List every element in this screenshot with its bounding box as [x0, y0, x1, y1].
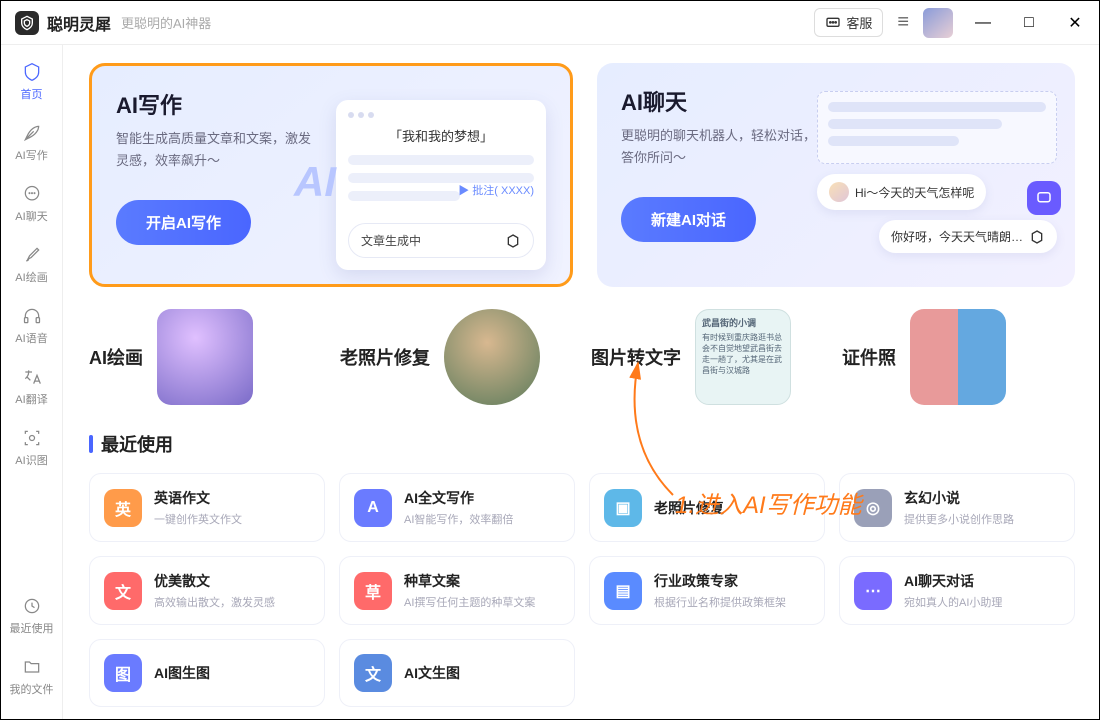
sidebar-item-write[interactable]: AI写作	[5, 114, 59, 171]
recent-card[interactable]: 图 AI图生图	[89, 639, 325, 707]
tool-ocr[interactable]: 图片转文字武昌街的小调有时候到重庆路逛书总会不自觉地望武昌街去走一趟了，尤其是在…	[591, 309, 824, 405]
chat-bubble-user: Hi～今天的天气怎样呢	[817, 174, 986, 210]
recent-card[interactable]: A AI全文写作 AI智能写作，效率翻倍	[339, 473, 575, 542]
ai-badge: AI	[294, 158, 336, 206]
menu-icon[interactable]: ≡	[897, 11, 909, 34]
hero-ai-chat[interactable]: AI聊天 更聪明的聊天机器人，轻松对话，答你所问～ 新建AI对话 Hi～今天的天…	[597, 63, 1075, 287]
card-title: 行业政策专家	[654, 571, 810, 591]
tagline: 更聪明的AI神器	[121, 13, 211, 32]
chat-icon	[825, 15, 841, 31]
avatar-icon	[829, 182, 849, 202]
logo-icon	[15, 11, 39, 35]
recent-card[interactable]: 草种草文案 AI撰写任何主题的种草文案	[339, 556, 575, 625]
card-icon: 草	[354, 572, 392, 610]
card-title: 优美散文	[154, 571, 310, 591]
minimize-button[interactable]: —	[967, 14, 999, 32]
card-icon: 文	[354, 654, 392, 692]
chat-icon	[21, 183, 43, 205]
card-title: 英语作文	[154, 488, 310, 508]
main-content: AI写作 智能生成高质量文章和文案，激发灵感，效率飙升～ 开启AI写作 AI 「…	[63, 45, 1099, 719]
write-preview-card: AI 「我和我的梦想」 ▶ 批注( XXXX) 文章生成中	[336, 100, 546, 270]
customer-service-button[interactable]: 客服	[814, 8, 883, 37]
translate-icon	[21, 366, 43, 388]
tool-id-photo[interactable]: 证件照	[842, 309, 1075, 405]
card-title: AI图生图	[154, 663, 310, 683]
card-icon: 英	[104, 489, 142, 527]
card-title: AI全文写作	[404, 488, 560, 508]
sidebar-item-files[interactable]: 我的文件	[5, 648, 59, 705]
chat-float-icon	[1027, 181, 1061, 215]
titlebar: 聪明灵犀 更聪明的AI神器 客服 ≡ — □ ✕	[1, 1, 1099, 45]
card-title: 种草文案	[404, 571, 560, 591]
close-button[interactable]: ✕	[1059, 13, 1091, 33]
card-subtitle: 根据行业名称提供政策框架	[654, 594, 810, 610]
card-subtitle: AI撰写任何主题的种草文案	[404, 594, 560, 610]
hero-ai-write[interactable]: AI写作 智能生成高质量文章和文案，激发灵感，效率飙升～ 开启AI写作 AI 「…	[89, 63, 573, 287]
maximize-button[interactable]: □	[1013, 14, 1045, 32]
ocr-thumb: 武昌街的小调有时候到重庆路逛书总会不自觉地望武昌街去走一趟了，尤其是在武昌街与汉…	[695, 309, 791, 405]
sidebar: 首页 AI写作 AI聊天 AI绘画 AI语音 AI翻译 AI识图 最近使用 我的…	[1, 45, 63, 719]
recent-card[interactable]: ⋯ AI聊天对话宛如真人的AI小助理	[839, 556, 1075, 625]
sidebar-item-chat[interactable]: AI聊天	[5, 175, 59, 232]
sidebar-item-translate[interactable]: AI翻译	[5, 358, 59, 415]
home-icon	[21, 61, 43, 83]
idphoto-thumb	[910, 309, 1006, 405]
recent-card[interactable]: ▤ 行业政策专家根据行业名称提供政策框架	[589, 556, 825, 625]
hero-chat-desc: 更聪明的聊天机器人，轻松对话，答你所问～	[621, 125, 821, 169]
clock-icon	[21, 595, 43, 617]
recent-grid: 英英语作文一键创作英文作文AAI全文写作AI智能写作，效率翻倍▣老照片修复◎玄幻…	[89, 473, 1075, 707]
app-logo: 聪明灵犀	[15, 11, 111, 35]
tool-photo-restore[interactable]: 老照片修复	[340, 309, 573, 405]
headphone-icon	[21, 305, 43, 327]
card-title: 玄幻小说	[904, 488, 1060, 508]
sidebar-item-home[interactable]: 首页	[5, 53, 59, 110]
new-ai-chat-button[interactable]: 新建AI对话	[621, 197, 756, 242]
recent-card[interactable]: 英英语作文一键创作英文作文	[89, 473, 325, 542]
card-icon: A	[354, 489, 392, 527]
card-icon: ⋯	[854, 572, 892, 610]
user-avatar[interactable]	[923, 8, 953, 38]
card-subtitle: AI智能写作，效率翻倍	[404, 511, 560, 527]
sidebar-item-paint[interactable]: AI绘画	[5, 236, 59, 293]
photo-thumb	[444, 309, 540, 405]
hexagon-icon	[1029, 229, 1045, 245]
recent-heading: 最近使用	[89, 431, 1075, 457]
chat-preview: Hi～今天的天气怎样呢 你好呀，今天天气晴朗…	[817, 91, 1057, 253]
app-name: 聪明灵犀	[47, 11, 111, 35]
card-title: AI聊天对话	[904, 571, 1060, 591]
start-ai-write-button[interactable]: 开启AI写作	[116, 200, 251, 245]
chat-bubble-ai: 你好呀，今天天气晴朗…	[879, 220, 1057, 253]
sidebar-item-voice[interactable]: AI语音	[5, 297, 59, 354]
card-subtitle: 提供更多小说创作思路	[904, 511, 1060, 527]
feather-icon	[21, 122, 43, 144]
sidebar-item-recent[interactable]: 最近使用	[5, 587, 59, 644]
paint-thumb	[157, 309, 253, 405]
card-icon: 文	[104, 572, 142, 610]
card-icon: ▣	[604, 489, 642, 527]
sidebar-item-ocr[interactable]: AI识图	[5, 419, 59, 476]
scan-icon	[21, 427, 43, 449]
annotation-label: 1.进入AI写作功能	[675, 485, 862, 520]
generating-pill: 文章生成中	[348, 223, 534, 258]
tool-ai-paint[interactable]: AI绘画	[89, 309, 322, 405]
card-icon: 图	[104, 654, 142, 692]
card-subtitle: 宛如真人的AI小助理	[904, 594, 1060, 610]
folder-icon	[21, 656, 43, 678]
recent-card[interactable]: 文优美散文高效输出散文，激发灵感	[89, 556, 325, 625]
card-subtitle: 高效输出散文，激发灵感	[154, 594, 310, 610]
card-title: AI文生图	[404, 663, 560, 683]
hexagon-icon	[505, 233, 521, 249]
card-subtitle: 一键创作英文作文	[154, 511, 310, 527]
recent-card[interactable]: 文 AI文生图	[339, 639, 575, 707]
brush-icon	[21, 244, 43, 266]
recent-card[interactable]: ◎玄幻小说提供更多小说创作思路	[839, 473, 1075, 542]
card-icon: ▤	[604, 572, 642, 610]
hero-write-desc: 智能生成高质量文章和文案，激发灵感，效率飙升～	[116, 128, 316, 172]
